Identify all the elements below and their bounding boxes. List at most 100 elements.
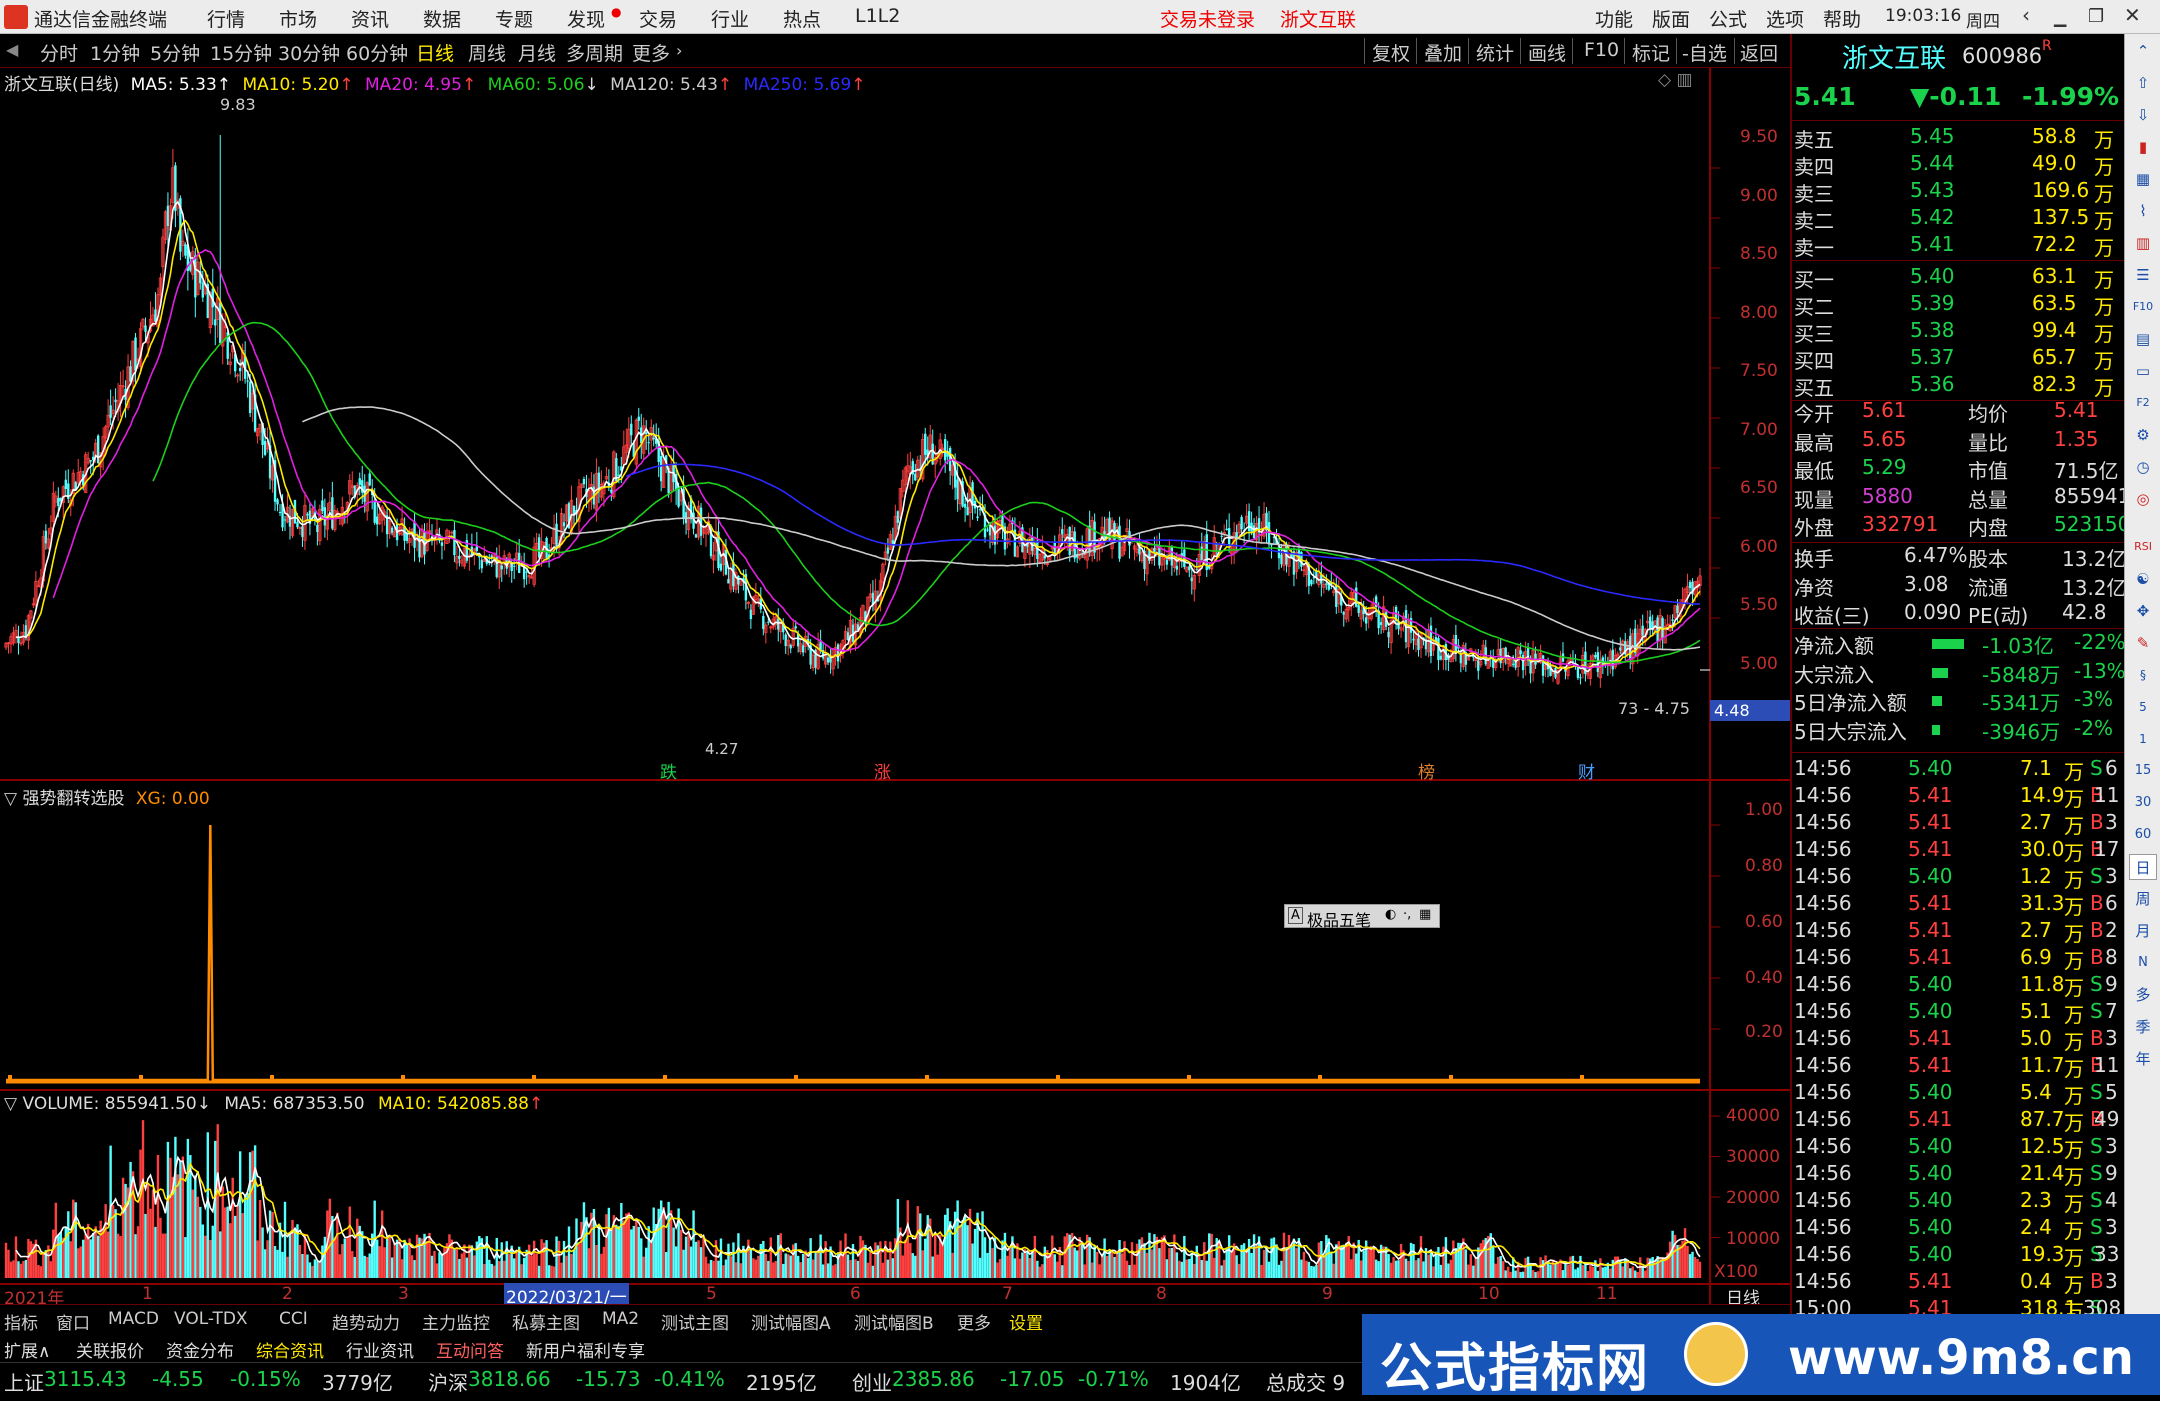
period-tab[interactable]: 5分钟 (150, 39, 200, 66)
event-tag[interactable]: 榜 (1418, 758, 1435, 783)
toolbar-button[interactable]: 复权 (1372, 39, 1410, 66)
period-multi-button[interactable]: 多 (2129, 982, 2157, 1008)
info-tab[interactable]: 综合资讯 (256, 1337, 324, 1362)
toolbar-button[interactable]: 画线 (1528, 39, 1566, 66)
legend-toggle-icon[interactable]: ▽ (4, 789, 17, 809)
menu-item[interactable]: 选项 (1766, 5, 1804, 32)
indicator-tab[interactable]: MACD (108, 1309, 159, 1329)
toolbar-button[interactable]: 返回 (1740, 39, 1778, 66)
indicator-tab[interactable]: CCI (279, 1309, 308, 1329)
menu-item[interactable]: 交易 (639, 5, 677, 32)
info-tab[interactable]: 行业资讯 (346, 1337, 414, 1362)
event-tag[interactable]: 涨 (874, 758, 891, 783)
toggle-icon[interactable]: ☯ (2129, 566, 2157, 592)
toolbar-button[interactable]: 标记 (1632, 39, 1670, 66)
menu-item[interactable]: 发现 (567, 5, 605, 32)
period-tab[interactable]: 月线 (518, 39, 556, 66)
indicator-tab[interactable]: 指标 (4, 1309, 38, 1334)
kline-chart[interactable] (0, 68, 1790, 1304)
table-icon[interactable]: ▦ (2129, 166, 2157, 192)
period-tab[interactable]: 周线 (468, 39, 506, 66)
indicator-tab[interactable]: 测试主图 (661, 1309, 729, 1334)
period-tab[interactable]: 1分钟 (90, 39, 140, 66)
index-name[interactable]: 沪深 (428, 1367, 468, 1396)
menu-item[interactable]: 帮助 (1823, 5, 1861, 32)
period-quarter-button[interactable]: 季 (2129, 1014, 2157, 1040)
list-icon[interactable]: ☰ (2129, 262, 2157, 288)
indicator-tab[interactable]: 私募主图 (512, 1309, 580, 1334)
indicator-tab[interactable]: 更多 (957, 1309, 991, 1334)
period-week-button[interactable]: 周 (2129, 886, 2157, 912)
event-tag[interactable]: 跌 (660, 758, 677, 783)
indicator-tab[interactable]: VOL-TDX (174, 1309, 248, 1329)
indicator-tab[interactable]: 设置 (1009, 1309, 1043, 1334)
info-tab[interactable]: 扩展∧ (4, 1337, 50, 1362)
rsi-icon[interactable]: RSI (2129, 534, 2157, 560)
indicator-tab[interactable]: MA2 (602, 1309, 639, 1329)
ime-moon-icon[interactable]: ◐ (1385, 907, 1396, 922)
period-15-button[interactable]: 15 (2129, 758, 2157, 784)
arrow-up-icon[interactable]: ⇧ (2129, 70, 2157, 96)
arrow-down-icon[interactable]: ⇩ (2129, 102, 2157, 128)
period-day-button[interactable]: 日 (2129, 854, 2157, 880)
close-icon[interactable]: ✕ (2124, 3, 2141, 27)
period-n-button[interactable]: N (2129, 950, 2157, 976)
flag-icon[interactable]: ▮ (2129, 134, 2157, 160)
index-name[interactable]: 上证 (4, 1367, 44, 1396)
login-status[interactable]: 交易未登录 (1160, 5, 1255, 32)
menu-item[interactable]: 热点 (783, 5, 821, 32)
doc-icon[interactable]: ▭ (2129, 358, 2157, 384)
chart-icon[interactable]: ⌇ (2129, 198, 2157, 224)
restore-icon[interactable]: ❐ (2088, 6, 2104, 27)
info-tab[interactable]: 关联报价 (76, 1337, 144, 1362)
menu-item[interactable]: 资讯 (351, 5, 389, 32)
period-month-button[interactable]: 月 (2129, 918, 2157, 944)
collapse-up-icon[interactable]: ⌃ (2129, 38, 2157, 64)
event-tag[interactable]: 财 (1578, 758, 1595, 783)
menu-item[interactable]: 市场 (279, 5, 317, 32)
indicator-tab[interactable]: 窗口 (56, 1309, 90, 1334)
menu-item[interactable]: 版面 (1652, 5, 1690, 32)
f10-icon[interactable]: F10 (2129, 294, 2157, 320)
menu-item[interactable]: 行业 (711, 5, 749, 32)
index-name[interactable]: 创业 (852, 1367, 892, 1396)
more-chevron-icon[interactable]: › (676, 41, 682, 60)
indicator-name[interactable]: 强势翻转选股 (22, 789, 124, 809)
period-tab-active[interactable]: 日线 (416, 39, 454, 66)
minimize-icon[interactable]: ▁ (2054, 8, 2066, 27)
pen-icon[interactable]: ✎ (2129, 630, 2157, 656)
ime-mode-icon[interactable]: A (1288, 907, 1303, 924)
period-tab[interactable]: 多周期 (566, 39, 623, 66)
clock-icon[interactable]: ◷ (2129, 454, 2157, 480)
info-tab[interactable]: 新用户福利专享 (526, 1337, 645, 1362)
menu-item[interactable]: 数据 (423, 5, 461, 32)
toolbar-button[interactable]: 统计 (1476, 39, 1514, 66)
ime-punct-icon[interactable]: ·, (1403, 907, 1411, 922)
period-tab[interactable]: 分时 (40, 39, 78, 66)
ime-keyboard-icon[interactable]: ▦ (1419, 907, 1431, 922)
toolbar-button[interactable]: F10 (1584, 39, 1619, 61)
heat-icon[interactable]: ◎ (2129, 486, 2157, 512)
button-5-icon[interactable]: 5 (2129, 694, 2157, 720)
crosshair-icon[interactable]: ✥ (2129, 598, 2157, 624)
toolbar-button[interactable]: -自选 (1682, 39, 1727, 66)
f2-icon[interactable]: F2 (2129, 390, 2157, 416)
indicator-tab[interactable]: 测试幅图A (751, 1309, 831, 1334)
grid-icon[interactable]: ▤ (2129, 326, 2157, 352)
period-tab[interactable]: 30分钟 (278, 39, 340, 66)
menu-item[interactable]: L1L2 (855, 5, 900, 27)
back-icon[interactable]: ‹ (2022, 3, 2030, 27)
period-tab[interactable]: 60分钟 (346, 39, 408, 66)
indicator-tab[interactable]: 测试幅图B (854, 1309, 934, 1334)
period-year-button[interactable]: 年 (2129, 1046, 2157, 1072)
ime-toolbar[interactable]: A 极品五笔 ◐ ·, ▦ (1284, 904, 1440, 930)
info-tab[interactable]: 资金分布 (166, 1337, 234, 1362)
info-tab[interactable]: 互动问答 (436, 1337, 504, 1362)
menu-item[interactable]: 功能 (1595, 5, 1633, 32)
chart-option-icon[interactable]: ◇ ▥ (1658, 70, 1693, 90)
period-60-button[interactable]: 60 (2129, 822, 2157, 848)
stock-tab[interactable]: 浙文互联 (1280, 5, 1356, 32)
toolbar-button[interactable]: 叠加 (1424, 39, 1462, 66)
menu-item[interactable]: 专题 (495, 5, 533, 32)
settings-icon[interactable]: ⚙ (2129, 422, 2157, 448)
